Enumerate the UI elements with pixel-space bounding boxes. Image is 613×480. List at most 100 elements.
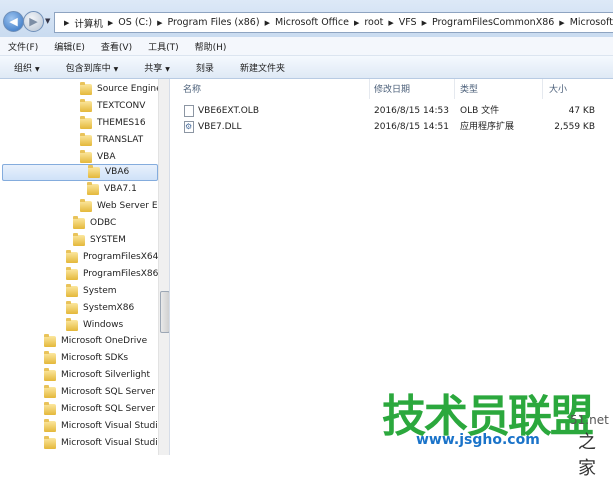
tree-item[interactable]: SYSTEM — [73, 232, 126, 249]
tree-item[interactable]: System — [66, 283, 117, 300]
file-size: 2,559 KB — [554, 122, 595, 132]
chevron-right-icon[interactable]: ▶ — [352, 19, 361, 27]
folder-icon — [44, 368, 56, 381]
watermark-suffix: 之家 — [578, 432, 596, 479]
breadcrumb-program-files[interactable]: Program Files (x86) — [164, 17, 262, 28]
burn-button[interactable]: 刻录 — [182, 61, 226, 74]
file-name: VBE6EXT.OLB — [198, 106, 260, 116]
tree-item-label: Source Engine — [97, 84, 162, 94]
file-row[interactable]: VBE7.DLL 2016/8/15 14:51 应用程序扩展 2,559 KB — [180, 119, 613, 135]
breadcrumb-common-x86[interactable]: ProgramFilesCommonX86 — [429, 17, 557, 28]
new-folder-button[interactable]: 新建文件夹 — [226, 61, 297, 74]
navigation-pane[interactable]: Source Engine TEXTCONV THEMES16 TRANSLAT… — [0, 79, 170, 455]
tree-item[interactable]: THEMES16 — [80, 115, 146, 132]
tree-item-label: Microsoft SDKs — [61, 353, 129, 363]
forward-button[interactable]: ▶ — [23, 11, 44, 32]
column-header-name[interactable]: 名称 — [183, 83, 201, 97]
tree-item-selected[interactable]: VBA6 — [2, 164, 158, 181]
tree-item-label: Windows — [83, 320, 124, 330]
breadcrumb-office[interactable]: Microsoft Office — [272, 17, 352, 28]
column-divider[interactable] — [369, 79, 370, 99]
folder-icon — [80, 199, 92, 212]
chevron-right-icon[interactable]: ▶ — [62, 19, 71, 27]
tree-item[interactable]: TRANSLAT — [80, 132, 143, 149]
dropdown-arrow-icon: ▼ — [165, 65, 170, 73]
folder-icon — [44, 436, 56, 449]
chevron-right-icon[interactable]: ▶ — [263, 19, 272, 27]
file-modified: 2016/8/15 14:51 — [374, 122, 449, 132]
tree-item-label: ProgramFilesX86 — [83, 269, 159, 279]
folder-icon — [66, 318, 78, 331]
chevron-right-icon[interactable]: ▶ — [155, 19, 164, 27]
file-type: OLB 文件 — [460, 106, 500, 116]
file-modified: 2016/8/15 14:53 — [374, 106, 449, 116]
tree-item[interactable]: Microsoft OneDrive — [44, 333, 147, 350]
tree-item-label: VBA7.1 — [104, 184, 137, 194]
tree-item[interactable]: Microsoft Visual Studio — [44, 418, 163, 435]
tree-item[interactable]: Windows — [66, 317, 123, 334]
tree-item-label: VBA6 — [105, 167, 130, 177]
breadcrumb-computer[interactable]: 计算机 — [71, 16, 106, 30]
folder-icon — [80, 82, 92, 95]
folder-icon — [88, 165, 100, 178]
command-bar: 组织 ▼ 包含到库中 ▼ 共享 ▼ 刻录 新建文件夹 — [0, 56, 613, 79]
arrow-right-icon: ▶ — [29, 15, 38, 28]
tree-item[interactable]: Microsoft SQL Server — [44, 384, 155, 401]
menu-file[interactable]: 文件(F) — [0, 40, 46, 53]
folder-icon — [80, 116, 92, 129]
nav-scrollbar[interactable] — [158, 79, 169, 455]
column-header-size[interactable]: 大小 — [549, 83, 567, 97]
chevron-right-icon[interactable]: ▶ — [557, 19, 566, 27]
tree-item[interactable]: ProgramFilesX64 — [66, 249, 158, 266]
share-label: 共享 — [144, 63, 163, 74]
folder-icon — [66, 267, 78, 280]
tree-item-label: ODBC — [90, 218, 117, 228]
menu-help[interactable]: 帮助(H) — [187, 40, 235, 53]
chevron-right-icon[interactable]: ▶ — [106, 19, 115, 27]
watermark: 技术员联盟 51.net www.jsgho.com 之家 — [360, 380, 613, 479]
menu-edit[interactable]: 编辑(E) — [46, 40, 93, 53]
tree-item[interactable]: ProgramFilesX86 — [66, 266, 158, 283]
breadcrumb[interactable]: ▶ 计算机 ▶ OS (C:) ▶ Program Files (x86) ▶ … — [54, 12, 613, 33]
tree-item[interactable]: Microsoft SQL Server C — [44, 401, 164, 418]
organize-button[interactable]: 组织 ▼ — [0, 61, 52, 74]
tree-item-label: TRANSLAT — [97, 135, 144, 145]
breadcrumb-vfs[interactable]: VFS — [396, 17, 420, 28]
chevron-right-icon[interactable]: ▶ — [386, 19, 395, 27]
dropdown-arrow-icon: ▼ — [113, 65, 119, 73]
file-type: 应用程序扩展 — [460, 122, 515, 132]
back-button[interactable]: ◀ — [3, 11, 24, 32]
tree-item[interactable]: Microsoft SDKs — [44, 350, 128, 367]
folder-icon — [73, 216, 85, 229]
menu-tools[interactable]: 工具(T) — [140, 40, 187, 53]
column-header-type[interactable]: 类型 — [460, 83, 478, 97]
column-header-modified[interactable]: 修改日期 — [374, 83, 410, 97]
breadcrumb-microsoft-shared[interactable]: Microsoft Sh — [567, 17, 613, 28]
chevron-right-icon[interactable]: ▶ — [420, 19, 429, 27]
recent-pages-dropdown-icon[interactable]: ▼ — [45, 17, 50, 25]
menu-view[interactable]: 查看(V) — [93, 40, 140, 53]
breadcrumb-root[interactable]: root — [361, 17, 386, 28]
watermark-url: www.jsgho.com — [416, 432, 540, 448]
tree-item[interactable]: ODBC — [73, 215, 116, 232]
folder-icon — [44, 402, 56, 415]
tree-item-label: Microsoft SQL Server — [61, 387, 156, 397]
tree-item-label: Web Server Ex — [97, 201, 163, 211]
tree-item[interactable]: Web Server Ex — [80, 198, 163, 215]
file-row[interactable]: VBE6EXT.OLB 2016/8/15 14:53 OLB 文件 47 KB — [180, 103, 613, 119]
column-divider[interactable] — [542, 79, 543, 99]
arrow-left-icon: ◀ — [9, 15, 18, 28]
column-divider[interactable] — [454, 79, 455, 99]
tree-item[interactable]: VBA7.1 — [87, 181, 137, 198]
include-in-library-button[interactable]: 包含到库中 ▼ — [52, 61, 131, 74]
share-button[interactable]: 共享 ▼ — [130, 61, 182, 74]
tree-item[interactable]: Source Engine — [80, 81, 162, 98]
breadcrumb-drive[interactable]: OS (C:) — [115, 17, 155, 28]
tree-item[interactable]: SystemX86 — [66, 300, 134, 317]
folder-icon — [80, 133, 92, 146]
tree-item[interactable]: Microsoft Silverlight — [44, 367, 150, 384]
tree-item[interactable]: Microsoft Visual Studio — [44, 435, 163, 452]
folder-icon — [66, 284, 78, 297]
scrollbar-thumb[interactable] — [160, 291, 169, 333]
tree-item[interactable]: TEXTCONV — [80, 98, 145, 115]
